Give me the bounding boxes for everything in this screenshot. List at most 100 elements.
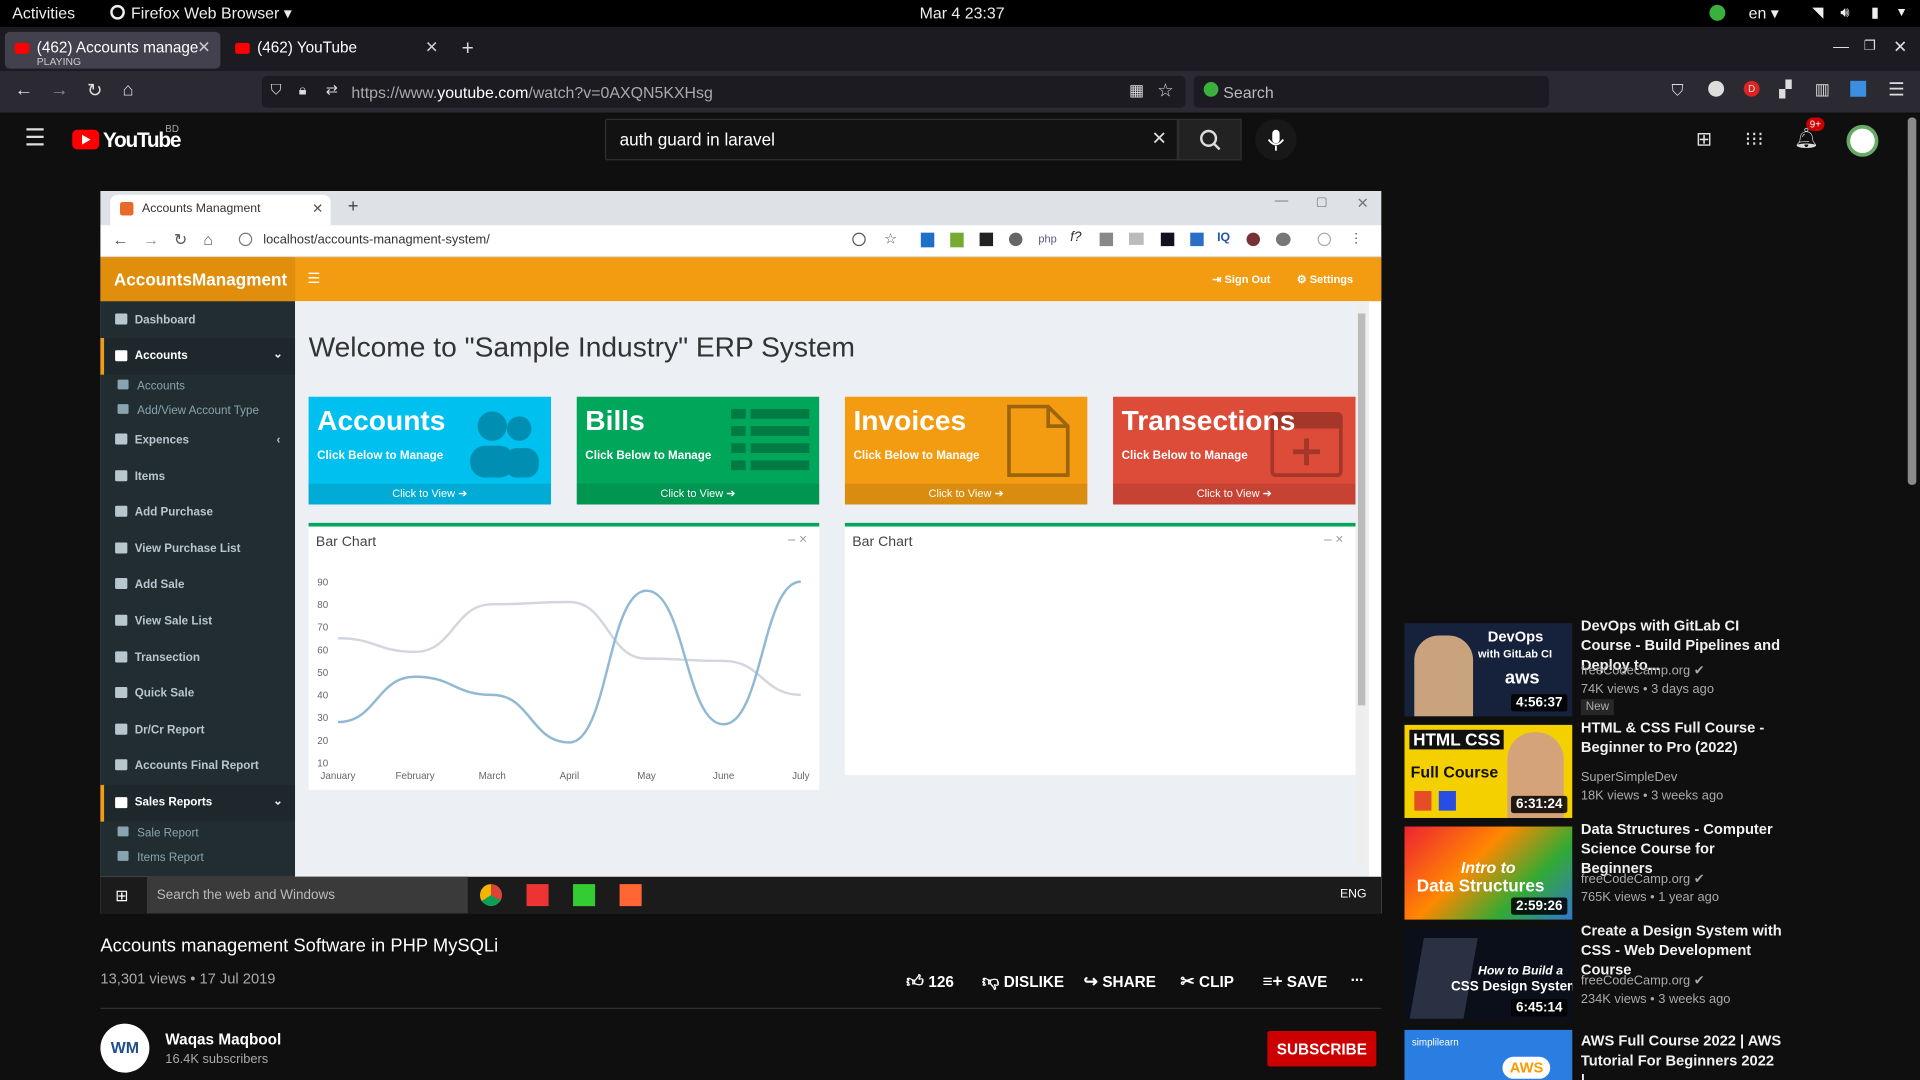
activities-button[interactable]: Activities (12, 4, 75, 22)
clock[interactable]: Mar 4 23:37 (920, 4, 1005, 22)
notification-count-badge: 9+ (1806, 117, 1825, 132)
sidebar-item-drcr-report: Dr/Cr Report (100, 723, 295, 737)
sidebar-item-add-sale: Add Sale (100, 577, 295, 591)
channel-name[interactable]: Waqas Maqbool (165, 1031, 281, 1048)
create-video-icon[interactable]: ⊞ (1696, 127, 1712, 151)
system-menu-icon[interactable]: ▼ (1896, 6, 1908, 19)
recommendation-title[interactable]: Data Structures - Computer Science Cours… (1581, 819, 1789, 878)
screen: Activities Firefox Web Browser ▾ Mar 4 2… (0, 0, 1920, 1080)
extension-f-icon[interactable] (1850, 80, 1867, 97)
y-tick-label: 20 (317, 736, 328, 747)
tab-accounts-video[interactable]: (462) Accounts managem PLAYING ✕ (4, 31, 221, 69)
apps-icon[interactable]: ⁝⁝⁝ (1745, 127, 1764, 151)
close-tab-icon[interactable]: ✕ (197, 38, 210, 58)
sidebar-item-dashboard: Dashboard (100, 313, 295, 327)
share-button[interactable]: ↪ SHARE (1084, 971, 1156, 992)
shield-check-icon[interactable] (1709, 4, 1726, 21)
recommendation-css-design-system[interactable]: How to Build a CSS Design System 6:45:14… (1404, 922, 1895, 1024)
url-text[interactable]: https://www.youtube.com/watch?v=0AXQN5KX… (351, 83, 712, 101)
lock-icon[interactable]: 🔒︎ (299, 81, 307, 99)
permissions-icon[interactable]: ⇄ (326, 81, 338, 98)
sidebar-toggle-icon: ☰ (307, 269, 321, 287)
recommendation-title[interactable]: HTML & CSS Full Course - Beginner to Pro… (1581, 718, 1789, 757)
forward-icon[interactable]: → (50, 80, 68, 101)
user-avatar[interactable] (1846, 124, 1879, 157)
url-bar[interactable]: ⛉ 🔒︎ ⇄ https://www.youtube.com/watch?v=0… (262, 75, 1186, 108)
browser-tab-bar: (462) Accounts managem PLAYING ✕ (462) Y… (0, 26, 1920, 72)
clear-search-icon[interactable]: ✕ (1152, 127, 1167, 150)
recommendation-channel[interactable]: freeCodeCamp.org ✔ (1581, 664, 1705, 679)
inner-close-icon: ✕ (1356, 194, 1369, 212)
video-thumbnail[interactable]: simplilearn AWS (1404, 1029, 1573, 1080)
extensions-icon[interactable]: ▞ (1779, 80, 1791, 100)
search-button[interactable] (1177, 118, 1242, 161)
video-player[interactable]: Accounts Managment ✕ + — ▢ ✕ ← → ↻ ⌂ loc… (100, 191, 1382, 914)
new-tab-plus-icon[interactable]: + (462, 37, 474, 61)
restore-window-icon[interactable]: ❐ (1864, 38, 1876, 54)
chart-panel-left: Bar Chart – × 10 20 30 40 50 60 70 80 90 January F… (308, 522, 820, 790)
file-icon (1007, 404, 1070, 477)
more-actions-button[interactable]: ... (1351, 967, 1364, 984)
apps-grid-icon[interactable]: ▦ (1129, 81, 1144, 101)
youtube-logo-icon[interactable] (72, 129, 100, 150)
volume-icon[interactable]: 🔊︎ (1840, 4, 1849, 22)
recommendation-html-css[interactable]: HTML CSS Full Course 6:31:24 HTML & CSS … (1404, 719, 1895, 821)
thumbs-down-icon: 👎︎ (982, 971, 1000, 991)
recommendation-channel[interactable]: freeCodeCamp.org ✔ (1581, 973, 1705, 988)
reload-icon[interactable]: ↻ (87, 80, 102, 102)
battery-icon[interactable]: ▮ (1871, 4, 1879, 21)
close-tab-icon[interactable]: ✕ (425, 38, 438, 58)
recommendation-channel[interactable]: SuperSimpleDev (1581, 770, 1677, 785)
extension-d-icon[interactable]: D (1743, 80, 1760, 97)
wifi-icon[interactable]: ◥ (1812, 4, 1823, 21)
guide-menu-icon[interactable]: ☰ (24, 125, 45, 153)
channel-avatar[interactable]: WM (100, 1023, 150, 1073)
signout-link: ⇥ Sign Out (1212, 273, 1271, 286)
tab-youtube[interactable]: (462) YouTube ✕ (225, 32, 448, 69)
shield-icon[interactable]: ⛉ (271, 81, 282, 99)
youtube-search-input[interactable]: auth guard in laravel ✕ (604, 118, 1178, 161)
inner-home-icon: ⌂ (203, 230, 213, 249)
home-icon[interactable]: ⌂ (122, 80, 133, 101)
thumbs-up-icon: 👍︎ (906, 971, 925, 991)
video-thumbnail[interactable]: How to Build a CSS Design System 6:45:14 (1404, 928, 1573, 1022)
app-brand: AccountsManagment (100, 257, 296, 302)
app-menu[interactable]: Firefox Web Browser ▾ (131, 4, 292, 24)
panel-title: Bar Chart (315, 535, 377, 550)
account-icon[interactable] (1708, 80, 1725, 97)
clip-button[interactable]: ✂ CLIP (1180, 971, 1234, 992)
video-thumbnail[interactable]: HTML CSS Full Course 6:31:24 (1404, 724, 1573, 818)
hamburger-menu-icon[interactable]: ☰ (1888, 78, 1904, 101)
language-indicator[interactable]: en ▾ (1749, 4, 1779, 24)
recommendation-title[interactable]: AWS Full Course 2022 | AWS Tutorial For … (1581, 1031, 1789, 1080)
save-button[interactable]: ≡+ SAVE (1262, 971, 1327, 991)
like-button[interactable]: 👍︎ 126 (906, 971, 954, 992)
youtube-favicon-icon (14, 42, 30, 54)
browser-search-box[interactable]: Search (1193, 75, 1549, 108)
voice-search-button[interactable] (1255, 118, 1297, 161)
library-icon[interactable]: ▥ (1815, 80, 1830, 100)
recommendation-title[interactable]: Create a Design System with CSS - Web De… (1581, 921, 1789, 980)
inner-tab-title: Accounts Managment (142, 202, 261, 216)
page-scrollbar[interactable] (1907, 117, 1917, 485)
system-top-bar: Activities Firefox Web Browser ▾ Mar 4 2… (0, 0, 1920, 27)
sidebar-item-view-purchase-list: View Purchase List (100, 542, 295, 556)
subscribe-button[interactable]: SUBSCRIBE (1267, 1031, 1377, 1067)
y-tick-label: 10 (317, 759, 328, 770)
recommendation-devops[interactable]: DevOps with GitLab CI aws 4:56:37 DevOps… (1404, 617, 1895, 719)
close-window-icon[interactable]: ✕ (1893, 37, 1907, 58)
video-thumbnail[interactable]: Intro to Data Structures 2:59:26 (1404, 826, 1573, 920)
minimize-window-icon[interactable]: — (1833, 37, 1849, 55)
recommendation-aws[interactable]: simplilearn AWS AWS Full Course 2022 | A… (1404, 1029, 1895, 1080)
bookmark-star-icon[interactable]: ☆ (1157, 80, 1173, 102)
dislike-button[interactable]: 👎︎ DISLIKE (982, 971, 1064, 992)
sidebar-item-add-purchase: Add Purchase (100, 505, 295, 519)
inner-reload-icon: ↻ (173, 230, 188, 249)
inner-chrome-tabbar: Accounts Managment ✕ + — ▢ ✕ (100, 191, 1382, 226)
pocket-icon[interactable]: ⛉ (1671, 81, 1683, 101)
welcome-heading: Welcome to "Sample Industry" ERP System (308, 330, 856, 363)
recommendation-data-structures[interactable]: Intro to Data Structures 2:59:26 Data St… (1404, 820, 1895, 923)
back-icon[interactable]: ← (15, 80, 33, 101)
recommendation-channel[interactable]: freeCodeCamp.org ✔ (1581, 872, 1705, 887)
video-thumbnail[interactable]: DevOps with GitLab CI aws 4:56:37 (1404, 623, 1573, 717)
